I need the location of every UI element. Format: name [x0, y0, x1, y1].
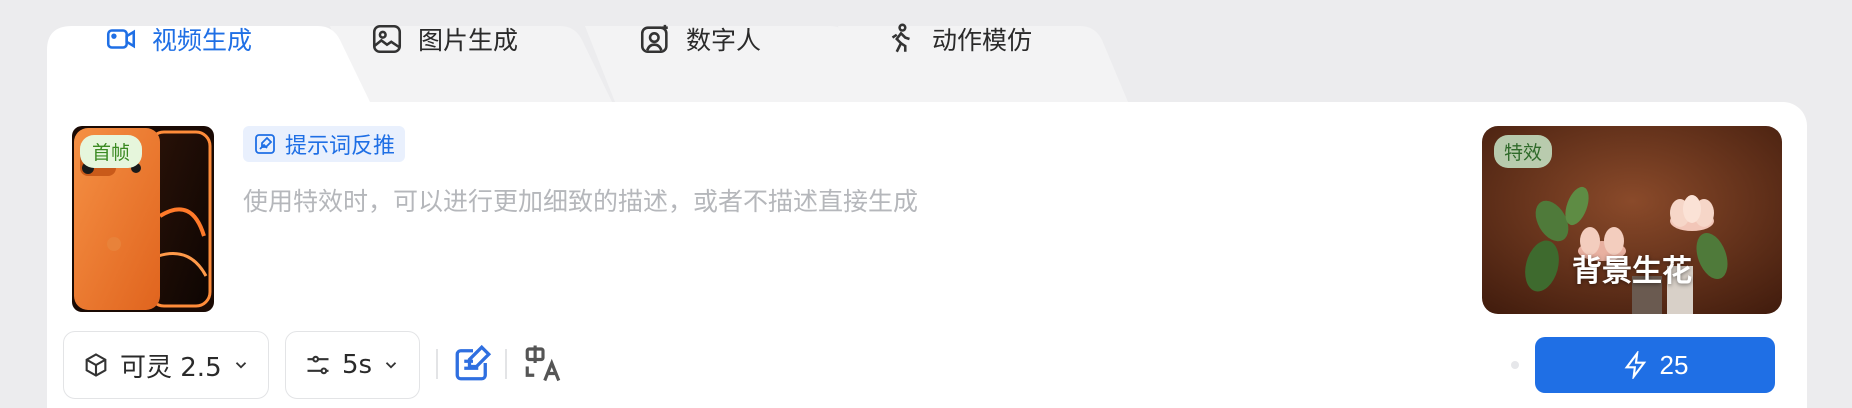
duration-selector[interactable]: 5s [285, 331, 420, 399]
first-frame-badge: 首帧 [80, 135, 143, 168]
prompt-reverse-label: 提示词反推 [285, 134, 396, 159]
generate-cost: 25 [1659, 349, 1689, 380]
tab-label: 数字人 [686, 26, 762, 55]
duration-label: 5s [342, 350, 373, 380]
digital-human-icon [640, 24, 668, 54]
video-camera-icon [106, 29, 136, 49]
tab-label: 图片生成 [418, 26, 519, 55]
toolbar-divider [436, 349, 438, 379]
tab-motion-imitation[interactable]: 动作模仿 [884, 0, 1032, 78]
prompt-input[interactable] [243, 176, 1443, 226]
cube-icon [85, 353, 107, 377]
generate-button[interactable]: 25 [1535, 337, 1775, 393]
generator-panel: 视频生成 图片生成 数字人 动作模仿 首帧 提示词反推 使用特效时，可以进行更加… [0, 0, 1852, 408]
tab-digital-human[interactable]: 数字人 [638, 0, 761, 78]
edit-note-icon[interactable] [452, 342, 494, 384]
tab-label: 动作模仿 [932, 26, 1033, 55]
sliders-icon [307, 355, 329, 375]
prompt-reverse-button[interactable]: 提示词反推 [243, 126, 406, 162]
effect-title: 背景生花 [1572, 254, 1692, 289]
toolbar-divider [505, 349, 507, 379]
chevron-down-icon [235, 362, 246, 369]
tab-image-generation[interactable]: 图片生成 [370, 0, 518, 78]
lightning-icon [1624, 351, 1646, 379]
running-person-icon [891, 23, 910, 53]
model-selector[interactable]: 可灵 2.5 [63, 331, 269, 399]
image-edit-icon [255, 134, 275, 154]
translate-icon[interactable] [522, 342, 564, 384]
effect-badge: 特效 [1494, 135, 1553, 168]
tab-label: 视频生成 [152, 26, 253, 55]
tab-video-generation[interactable]: 视频生成 [104, 0, 252, 78]
status-dot [1511, 361, 1519, 369]
image-icon [372, 24, 402, 54]
chevron-down-icon [385, 362, 397, 369]
model-label: 可灵 2.5 [120, 352, 222, 383]
